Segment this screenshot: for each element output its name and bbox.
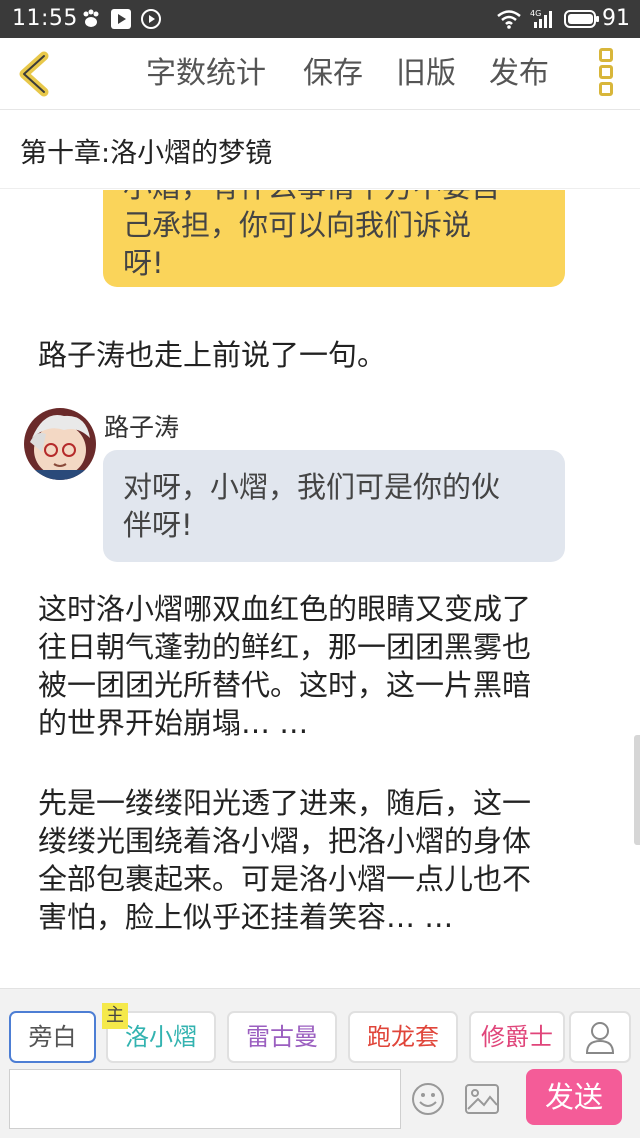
- status-time: 11:55: [12, 6, 78, 31]
- narration-paragraph[interactable]: 路子涛也走上前说了一句。: [38, 336, 598, 374]
- status-bar: 11:55 4G 91: [0, 0, 640, 38]
- role-xiu-jueshi[interactable]: 修爵士: [469, 1011, 565, 1063]
- signal-icon: 4G: [530, 9, 552, 28]
- narration-line: 全部包裹起来。可是洛小熠一点儿也不: [38, 862, 532, 896]
- send-button[interactable]: 发送: [526, 1069, 622, 1125]
- character-avatar-icon: [24, 408, 96, 480]
- narration-line: 这时洛小熠哪双血红色的眼睛又变成了: [38, 592, 532, 626]
- add-role-button[interactable]: [569, 1011, 631, 1063]
- narration-line: 先是一缕缕阳光透了进来，随后，这一: [38, 786, 532, 820]
- role-narrator[interactable]: 旁白: [9, 1011, 96, 1063]
- old-version-button[interactable]: 旧版: [396, 52, 456, 96]
- narration-line: 害怕，脸上似乎还挂着笑容… …: [38, 900, 454, 934]
- bubble-line: 小熠，有什么事情千万不要自: [123, 190, 500, 206]
- role-selector-bar: 旁白 主 洛小熠 雷古曼 跑龙套 修爵士 发送: [0, 988, 640, 1138]
- emoji-icon[interactable]: [410, 1081, 446, 1117]
- avatar[interactable]: [24, 408, 96, 480]
- svg-text:4G: 4G: [530, 9, 541, 18]
- video-app-icon: [111, 9, 131, 29]
- bubble-line: 己承担，你可以向我们诉说: [123, 208, 472, 242]
- back-chevron-icon[interactable]: [12, 50, 60, 98]
- wifi-icon: [497, 10, 521, 29]
- narration-line: 的世界开始崩塌… …: [38, 706, 309, 740]
- publish-button[interactable]: 发布: [489, 52, 549, 96]
- battery-level: 91: [602, 6, 630, 31]
- bubble-line: 呀!: [123, 246, 164, 280]
- more-menu-icon[interactable]: [594, 48, 618, 100]
- play-circle-icon: [141, 9, 161, 29]
- role-lei-guman[interactable]: 雷古曼: [227, 1011, 337, 1063]
- story-content[interactable]: 小熠，有什么事情千万不要自 己承担，你可以向我们诉说 呀! 路子涛也走上前说了一…: [0, 190, 640, 988]
- message-input[interactable]: [9, 1069, 401, 1129]
- baidu-paw-icon: [83, 9, 99, 27]
- dialogue-bubble-yellow[interactable]: 小熠，有什么事情千万不要自 己承担，你可以向我们诉说 呀!: [103, 190, 565, 287]
- bubble-line: 对呀，小熠，我们可是你的伙: [123, 470, 501, 504]
- image-icon[interactable]: [464, 1083, 500, 1115]
- chapter-title[interactable]: 第十章:洛小熠的梦镜: [20, 131, 272, 170]
- person-icon: [585, 1022, 615, 1054]
- speaker-name: 路子涛: [104, 413, 180, 442]
- narration-line: 往日朝气蓬勃的鲜红，那一团团黑雾也: [38, 630, 532, 664]
- battery-icon: [564, 10, 599, 28]
- role-extra[interactable]: 跑龙套: [348, 1011, 458, 1063]
- editor-toolbar: 字数统计 保存 旧版 发布: [0, 38, 640, 110]
- main-character-tag: 主: [102, 1003, 128, 1029]
- word-count-button[interactable]: 字数统计: [146, 52, 266, 96]
- dialogue-bubble-grey[interactable]: 对呀，小熠，我们可是你的伙 伴呀!: [103, 450, 565, 562]
- save-button[interactable]: 保存: [303, 52, 363, 96]
- narration-line: 被一团团光所替代。这时，这一片黑暗: [38, 668, 532, 702]
- chapter-header: 第十章:洛小熠的梦镜: [0, 111, 640, 189]
- bubble-line: 伴呀!: [123, 508, 193, 542]
- narration-line: 缕缕光围绕着洛小熠，把洛小熠的身体: [38, 824, 532, 858]
- scrollbar-handle[interactable]: [634, 735, 640, 845]
